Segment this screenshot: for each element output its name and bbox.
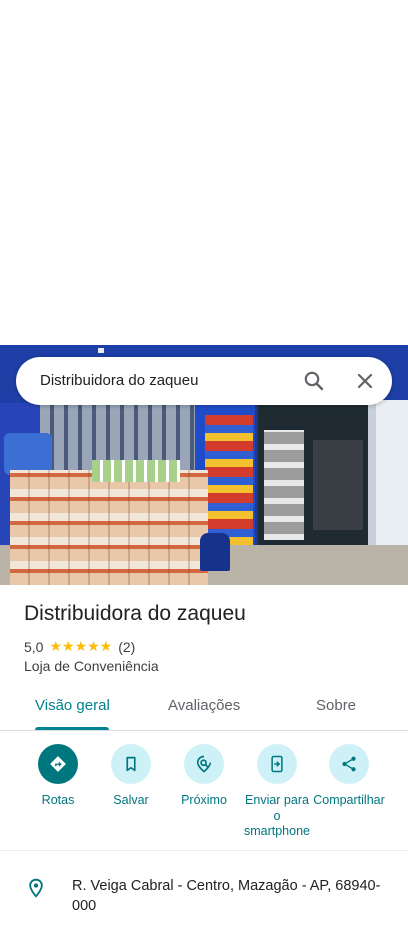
- rating-row[interactable]: 5,0 ★★★★★ (2): [24, 638, 135, 655]
- share-button[interactable]: Compartilhar: [313, 744, 385, 809]
- star-rating-icon: ★★★★★: [49, 638, 113, 654]
- place-category[interactable]: Loja de Conveniência: [24, 658, 159, 674]
- save-button[interactable]: Salvar: [95, 744, 167, 809]
- divider: [0, 850, 408, 851]
- tab-reviews[interactable]: Avaliações: [168, 697, 240, 714]
- tab-about[interactable]: Sobre: [316, 697, 356, 714]
- nearby-label: Próximo: [181, 793, 227, 807]
- rating-value: 5,0: [24, 638, 44, 655]
- directions-icon: [50, 756, 66, 772]
- location-pin-icon: [29, 878, 43, 898]
- close-icon[interactable]: [353, 369, 377, 393]
- send-to-phone-button[interactable]: Enviar para o smartphone: [241, 744, 313, 840]
- share-icon: [342, 756, 356, 772]
- active-tab-indicator: [35, 727, 109, 730]
- send-to-phone-icon: [271, 755, 283, 773]
- tab-bar: Visão geral Avaliações Sobre: [0, 690, 408, 731]
- place-title: Distribuidora do zaqueu: [24, 602, 246, 625]
- bookmark-icon: [126, 756, 136, 772]
- search-bar[interactable]: Distribuidora do zaqueu: [16, 357, 392, 405]
- directions-label: Rotas: [41, 793, 75, 807]
- nearby-button[interactable]: Próximo: [168, 744, 240, 809]
- nearby-icon: [196, 755, 212, 773]
- search-input[interactable]: Distribuidora do zaqueu: [40, 372, 198, 389]
- share-label: Compartilhar: [313, 793, 385, 807]
- directions-button[interactable]: Rotas: [22, 744, 94, 809]
- address-text[interactable]: R. Veiga Cabral - Centro, Mazagão - AP, …: [72, 876, 392, 916]
- send-to-phone-label: Enviar para o smartphone: [243, 793, 310, 838]
- tab-overview[interactable]: Visão geral: [35, 697, 110, 714]
- save-label: Salvar: [113, 793, 149, 807]
- search-icon[interactable]: [302, 369, 326, 393]
- review-count[interactable]: (2): [118, 639, 135, 655]
